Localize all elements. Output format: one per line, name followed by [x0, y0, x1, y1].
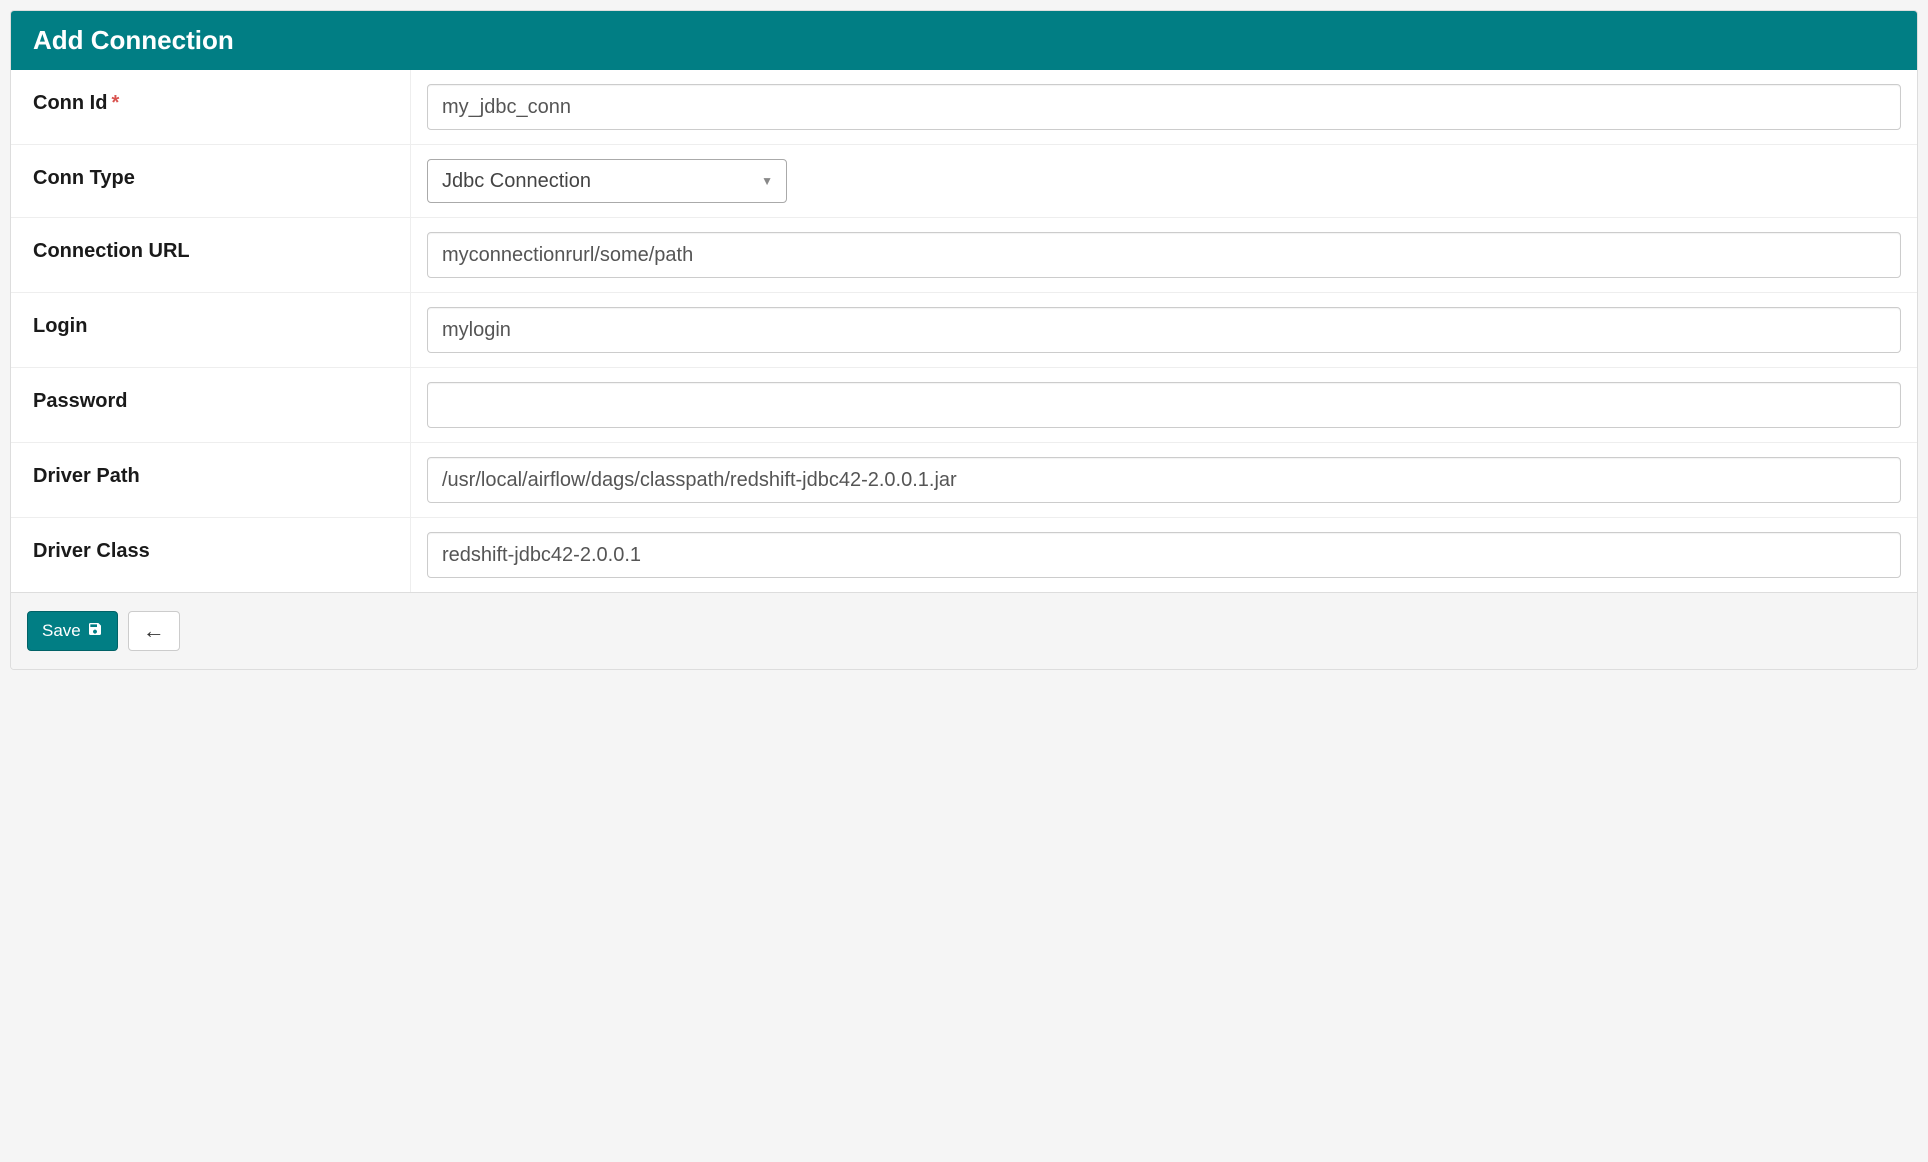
label-conn-type: Conn Type [11, 145, 411, 217]
cell-password [411, 368, 1917, 442]
cell-conn-id [411, 70, 1917, 144]
label-login: Login [11, 293, 411, 367]
cell-connection-url [411, 218, 1917, 292]
required-asterisk-icon: * [111, 92, 119, 115]
row-password: Password [11, 368, 1917, 443]
cell-conn-type: Jdbc Connection ▼ [411, 145, 1917, 217]
row-conn-id: Conn Id * [11, 70, 1917, 145]
label-connection-url-text: Connection URL [33, 240, 190, 263]
cell-driver-class [411, 518, 1917, 592]
label-driver-path: Driver Path [11, 443, 411, 517]
row-connection-url: Connection URL [11, 218, 1917, 293]
panel-title: Add Connection [33, 25, 234, 55]
label-connection-url: Connection URL [11, 218, 411, 292]
connection-form: Conn Id * Conn Type Jdbc Connection ▼ [11, 70, 1917, 592]
label-conn-id-text: Conn Id [33, 92, 107, 115]
panel-header: Add Connection [11, 11, 1917, 70]
conn-type-select[interactable]: Jdbc Connection ▼ [427, 159, 787, 203]
label-password-text: Password [33, 390, 127, 413]
label-driver-class: Driver Class [11, 518, 411, 592]
conn-type-select-value: Jdbc Connection [427, 159, 787, 203]
login-input[interactable] [427, 307, 1901, 353]
connection-url-input[interactable] [427, 232, 1901, 278]
driver-class-input[interactable] [427, 532, 1901, 578]
password-input[interactable] [427, 382, 1901, 428]
save-button-label: Save [42, 621, 81, 641]
save-icon [87, 621, 103, 642]
label-driver-path-text: Driver Path [33, 465, 140, 488]
cell-login [411, 293, 1917, 367]
label-conn-type-text: Conn Type [33, 167, 135, 190]
row-conn-type: Conn Type Jdbc Connection ▼ [11, 145, 1917, 218]
save-button[interactable]: Save [27, 611, 118, 651]
cell-driver-path [411, 443, 1917, 517]
add-connection-panel: Add Connection Conn Id * Conn Type Jdbc … [10, 10, 1918, 670]
label-driver-class-text: Driver Class [33, 540, 150, 563]
label-password: Password [11, 368, 411, 442]
row-driver-class: Driver Class [11, 518, 1917, 592]
driver-path-input[interactable] [427, 457, 1901, 503]
row-driver-path: Driver Path [11, 443, 1917, 518]
row-login: Login [11, 293, 1917, 368]
conn-id-input[interactable] [427, 84, 1901, 130]
conn-type-selected-text: Jdbc Connection [442, 170, 591, 193]
back-button[interactable]: ← [128, 611, 180, 651]
panel-footer: Save ← [11, 592, 1917, 669]
arrow-left-icon: ← [143, 620, 165, 642]
label-login-text: Login [33, 315, 87, 338]
label-conn-id: Conn Id * [11, 70, 411, 144]
